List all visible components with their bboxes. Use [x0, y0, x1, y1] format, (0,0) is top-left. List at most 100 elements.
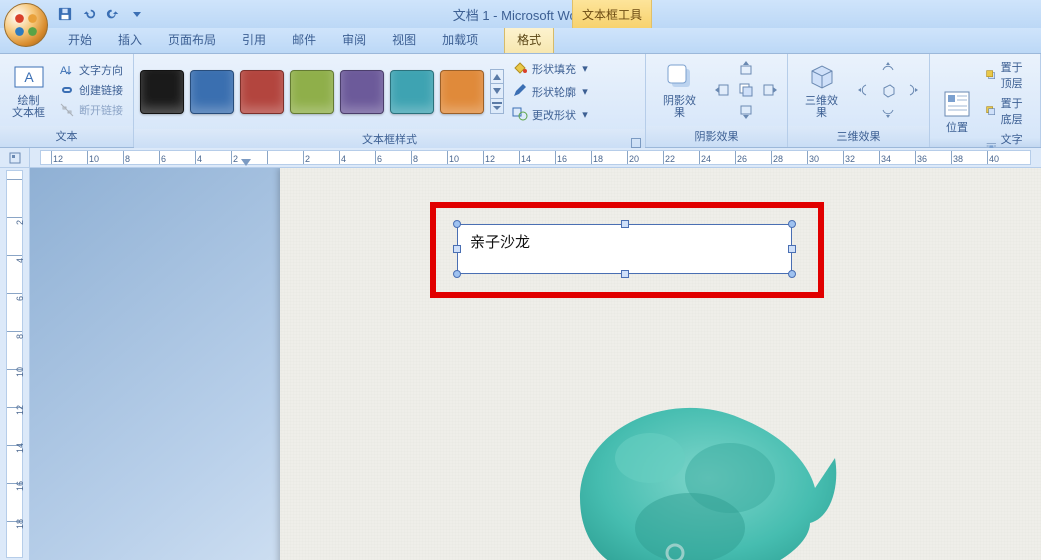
undo-icon[interactable] [80, 5, 98, 23]
shadow-toggle-icon[interactable] [735, 80, 757, 100]
create-link-button[interactable]: 创建链接 [55, 81, 127, 99]
resize-handle-n[interactable] [621, 220, 629, 228]
ruler-number: 12 [485, 154, 495, 164]
style-swatch-7[interactable] [440, 70, 484, 114]
ruler-number: 10 [15, 367, 25, 377]
office-button[interactable] [4, 3, 48, 47]
indent-marker-icon[interactable] [241, 159, 251, 166]
tilt-down-icon[interactable] [877, 102, 899, 122]
tilt-right-icon[interactable] [901, 80, 923, 100]
shadow-nudge-up-left[interactable] [711, 58, 733, 78]
tilt-icon[interactable] [853, 58, 875, 78]
ruler-number: 12 [53, 154, 63, 164]
shadow-effects-button[interactable]: 阴影效果 [652, 59, 707, 121]
group-shadow-label: 阴影效果 [646, 126, 787, 147]
textbox-text[interactable]: 亲子沙龙 [458, 225, 791, 258]
shadow-nudge-up[interactable] [735, 58, 757, 78]
resize-handle-nw[interactable] [453, 220, 461, 228]
bring-front-button[interactable]: 置于顶层 [982, 58, 1034, 92]
chevron-down-icon: ▾ [580, 87, 590, 97]
tab-home[interactable]: 开始 [56, 27, 104, 53]
ruler-number: 34 [881, 154, 891, 164]
gallery-more-icon[interactable] [490, 99, 504, 114]
resize-handle-ne[interactable] [788, 220, 796, 228]
shadow-nudge-up-right[interactable] [759, 58, 781, 78]
tilt-icon[interactable] [901, 102, 923, 122]
tilt-reset-icon[interactable] [877, 80, 899, 100]
send-back-button[interactable]: 置于底层 [982, 94, 1034, 128]
position-button[interactable]: 位置 [936, 86, 978, 136]
whale-image[interactable] [540, 358, 840, 560]
resize-handle-sw[interactable] [453, 270, 461, 278]
resize-handle-e[interactable] [788, 245, 796, 253]
tab-format[interactable]: 格式 [504, 26, 554, 53]
text-direction-icon: A [59, 62, 75, 78]
resize-handle-s[interactable] [621, 270, 629, 278]
textbox[interactable]: 亲子沙龙 [457, 224, 792, 274]
tab-page-layout[interactable]: 页面布局 [156, 27, 228, 53]
page[interactable]: 亲子沙龙 [280, 168, 1041, 560]
save-icon[interactable] [56, 5, 74, 23]
document-canvas[interactable]: 亲子沙龙 [30, 168, 1041, 560]
ruler-number: 16 [557, 154, 567, 164]
chevron-down-icon: ▾ [580, 110, 590, 120]
change-shape-icon [512, 105, 528, 124]
shadow-nudge-right[interactable] [759, 80, 781, 100]
shadow-nudge-down-right[interactable] [759, 102, 781, 122]
style-swatch-3[interactable] [240, 70, 284, 114]
chevron-down-icon: ▾ [580, 64, 590, 74]
tab-view[interactable]: 视图 [380, 27, 428, 53]
svg-text:A: A [24, 69, 34, 85]
ruler-number: 10 [449, 154, 459, 164]
break-link-button[interactable]: 断开链接 [55, 101, 127, 119]
shadow-nudge-down[interactable] [735, 102, 757, 122]
style-swatch-2[interactable] [190, 70, 234, 114]
bring-front-icon [986, 67, 997, 83]
resize-handle-w[interactable] [453, 245, 461, 253]
style-swatch-5[interactable] [340, 70, 384, 114]
group-shadow: 阴影效果 阴影效果 [646, 54, 788, 147]
horizontal-ruler[interactable]: 1210864224681012141618202224262830323436… [30, 148, 1041, 168]
tab-insert[interactable]: 插入 [106, 27, 154, 53]
tab-mailings[interactable]: 邮件 [280, 27, 328, 53]
bring-front-label: 置于顶层 [1001, 59, 1030, 91]
threeD-effects-button[interactable]: 三维效果 [794, 59, 849, 121]
tilt-icon[interactable] [853, 102, 875, 122]
ruler-number: 22 [665, 154, 675, 164]
resize-handle-se[interactable] [788, 270, 796, 278]
cube-icon [806, 61, 838, 93]
style-gallery[interactable] [140, 70, 484, 114]
textbox-icon: A [13, 61, 45, 93]
ruler-number: 2 [233, 154, 238, 164]
gallery-down-icon[interactable] [490, 84, 504, 99]
style-swatch-1[interactable] [140, 70, 184, 114]
ruler-number: 16 [15, 481, 25, 491]
shadow-nudge-down-left[interactable] [711, 102, 733, 122]
text-direction-button[interactable]: A文字方向 [55, 61, 127, 79]
dialog-launcher-icon[interactable] [631, 138, 641, 148]
vertical-ruler[interactable]: 24681012141618 [6, 170, 23, 558]
gallery-up-icon[interactable] [490, 69, 504, 84]
tab-addins[interactable]: 加载项 [430, 27, 490, 53]
style-swatch-4[interactable] [290, 70, 334, 114]
draw-textbox-button[interactable]: A 绘制 文本框 [6, 59, 51, 121]
change-shape-button[interactable]: 更改形状 ▾ [510, 104, 592, 125]
tab-review[interactable]: 审阅 [330, 27, 378, 53]
group-textbox-styles: 形状填充▾ 形状轮廓▾ 更改形状▾ 文本框样式 [134, 54, 646, 147]
shape-fill-button[interactable]: 形状填充▾ [510, 58, 592, 79]
redo-icon[interactable] [104, 5, 122, 23]
svg-text:A: A [60, 65, 68, 77]
tilt-left-icon[interactable] [853, 80, 875, 100]
tilt-up-icon[interactable] [877, 58, 899, 78]
shadow-nudge-left[interactable] [711, 80, 733, 100]
tab-references[interactable]: 引用 [230, 27, 278, 53]
qat-dropdown-icon[interactable] [128, 5, 146, 23]
style-swatch-6[interactable] [390, 70, 434, 114]
window-title: 文档 1 - Microsoft Word [453, 5, 589, 24]
group-3d: 三维效果 三维效果 [788, 54, 930, 147]
ruler-corner-icon[interactable] [0, 148, 29, 168]
shape-outline-button[interactable]: 形状轮廓▾ [510, 81, 592, 102]
tilt-icon[interactable] [901, 58, 923, 78]
ruler-number: 2 [305, 154, 310, 164]
change-shape-label: 更改形状 [532, 107, 576, 123]
